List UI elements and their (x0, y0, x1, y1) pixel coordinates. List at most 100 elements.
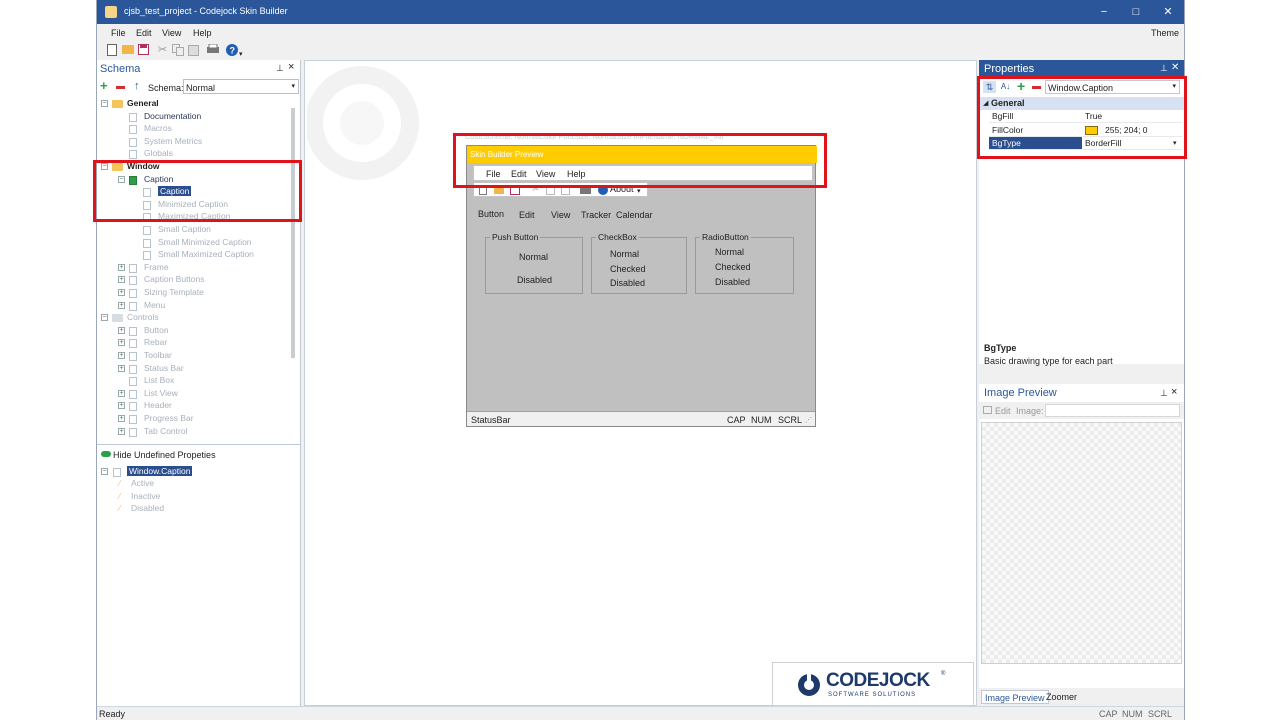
radio-disabled[interactable]: Disabled (715, 277, 750, 287)
preview-tab-calendar[interactable]: Calendar (616, 210, 653, 220)
tree-item[interactable]: Globals (97, 148, 297, 160)
pin-icon[interactable]: ⊥ (276, 63, 284, 74)
help-dropdown-icon[interactable]: ▾ (239, 50, 243, 58)
tree-item[interactable]: Small Maximized Caption (97, 249, 297, 261)
expand-icon[interactable]: + (118, 326, 125, 334)
minimize-button[interactable]: − (1094, 4, 1114, 20)
image-preview-pin-icon[interactable]: ⊥ (1160, 388, 1168, 399)
resize-grip-icon[interactable]: ⋰ (805, 416, 812, 424)
edit-button[interactable]: Edit (995, 406, 1011, 416)
expand-icon[interactable]: + (118, 289, 125, 296)
print-icon[interactable] (206, 43, 219, 57)
preview-about-chevron-icon: ▾ (637, 188, 641, 195)
preview-tab-view[interactable]: View (551, 210, 570, 220)
expand-icon[interactable]: + (118, 339, 125, 347)
preview-statusbar: StatusBar CAP NUM SCRL ⋰ (467, 411, 815, 426)
document-icon (129, 402, 137, 412)
tree-item[interactable]: + Status Bar (97, 363, 297, 375)
maximize-button[interactable]: □ (1126, 4, 1146, 20)
radio-checked[interactable]: Checked (715, 262, 751, 272)
tree-item[interactable]: + Header (97, 400, 297, 412)
tree-item[interactable]: − General (97, 98, 297, 110)
tree-item[interactable]: + Progress Bar (97, 413, 297, 425)
checkbox-checked[interactable]: Checked (610, 264, 646, 274)
states-root-label: Window.Caption (127, 466, 193, 476)
tree-scrollbar[interactable] (291, 108, 295, 358)
tree-item[interactable]: List Box (97, 375, 297, 387)
document-icon (129, 364, 137, 374)
toggle-icon[interactable] (101, 451, 111, 457)
expand-icon[interactable]: + (118, 415, 125, 422)
tree-item[interactable]: + Rebar (97, 337, 297, 349)
new-icon[interactable] (105, 44, 118, 57)
edit-image-icon[interactable] (983, 406, 992, 414)
checkbox-normal[interactable]: Normal (610, 249, 639, 259)
up-arrow-icon[interactable]: ↑ (134, 80, 140, 92)
preview-tab-tracker[interactable]: Tracker (581, 210, 611, 220)
image-preview-close-icon[interactable]: × (1171, 386, 1177, 398)
expand-icon[interactable]: + (118, 389, 125, 397)
tree-item[interactable]: + Sizing Template (97, 287, 297, 299)
image-preview-area[interactable] (981, 422, 1182, 664)
properties-title: Properties (984, 63, 1035, 75)
collapse-icon[interactable]: − (101, 468, 108, 475)
push-normal[interactable]: Normal (519, 252, 548, 262)
collapse-icon[interactable]: − (101, 100, 108, 107)
paste-icon[interactable] (187, 44, 200, 57)
help-icon[interactable]: ? (225, 44, 238, 57)
tab-image-preview[interactable]: Image Preview (981, 690, 1049, 704)
open-icon[interactable] (121, 44, 134, 57)
tree-item[interactable]: Small Caption (97, 224, 297, 236)
tree-item[interactable]: + Tab Control (97, 426, 297, 438)
cut-icon[interactable]: ✂ (156, 44, 169, 57)
remove-icon[interactable] (116, 86, 125, 89)
expand-icon[interactable]: + (118, 352, 125, 359)
schema-label: Schema: (148, 83, 184, 93)
tree-item[interactable]: − Controls (97, 312, 297, 324)
collapse-icon[interactable]: − (101, 314, 108, 322)
menu-edit[interactable]: Edit (136, 28, 152, 38)
tree-item[interactable]: + Frame (97, 262, 297, 274)
expand-icon[interactable]: + (118, 364, 125, 372)
checkbox-title: CheckBox (596, 232, 639, 242)
properties-close-icon[interactable]: ✕ (1171, 62, 1179, 73)
tree-item[interactable]: + Menu (97, 300, 297, 312)
expand-icon[interactable]: + (118, 402, 125, 410)
theme-menu[interactable]: Theme (1151, 28, 1179, 38)
menu-help[interactable]: Help (193, 28, 212, 38)
expand-icon[interactable]: + (118, 276, 125, 284)
checkbox-disabled[interactable]: Disabled (610, 278, 645, 288)
image-preview-toolbar: Edit Image: (979, 402, 1184, 419)
tree-item[interactable]: Documentation (97, 111, 297, 123)
brush-icon: ⁄ (119, 490, 121, 501)
copy-icon[interactable] (171, 44, 184, 57)
close-button[interactable]: ✕ (1158, 4, 1178, 20)
radio-normal[interactable]: Normal (715, 247, 744, 257)
push-disabled[interactable]: Disabled (517, 275, 552, 285)
menu-file[interactable]: File (111, 28, 126, 38)
tree-item[interactable]: System Metrics (97, 136, 297, 148)
schema-select[interactable]: Normal ▾ (183, 79, 299, 94)
close-icon[interactable]: × (288, 61, 294, 73)
expand-icon[interactable]: + (118, 427, 125, 435)
tree-item[interactable]: + Toolbar (97, 350, 297, 362)
properties-pin-icon[interactable]: ⊥ (1160, 63, 1168, 74)
preview-tab-edit[interactable]: Edit (519, 210, 535, 220)
tree-item-label: Macros (144, 123, 172, 134)
tree-item[interactable]: + Button (97, 325, 297, 337)
tree-item[interactable]: + List View (97, 388, 297, 400)
expand-icon[interactable]: + (118, 263, 125, 271)
tree-item-label: Button (144, 324, 169, 335)
menu-view[interactable]: View (162, 28, 181, 38)
hide-undefined-toggle[interactable]: Hide Undefined Propeties (113, 450, 216, 460)
add-icon[interactable]: + (100, 79, 108, 92)
state-item-label: Active (131, 478, 155, 488)
tree-item[interactable]: Macros (97, 123, 297, 135)
tree-item[interactable]: + Caption Buttons (97, 274, 297, 286)
save-icon[interactable] (137, 44, 150, 57)
tab-zoomer[interactable]: Zoomer (1046, 692, 1077, 702)
preview-tab-button[interactable]: Button (478, 209, 504, 219)
expand-icon[interactable]: + (118, 301, 125, 309)
tree-item[interactable]: Small Minimized Caption (97, 237, 297, 249)
image-select[interactable] (1045, 404, 1180, 417)
